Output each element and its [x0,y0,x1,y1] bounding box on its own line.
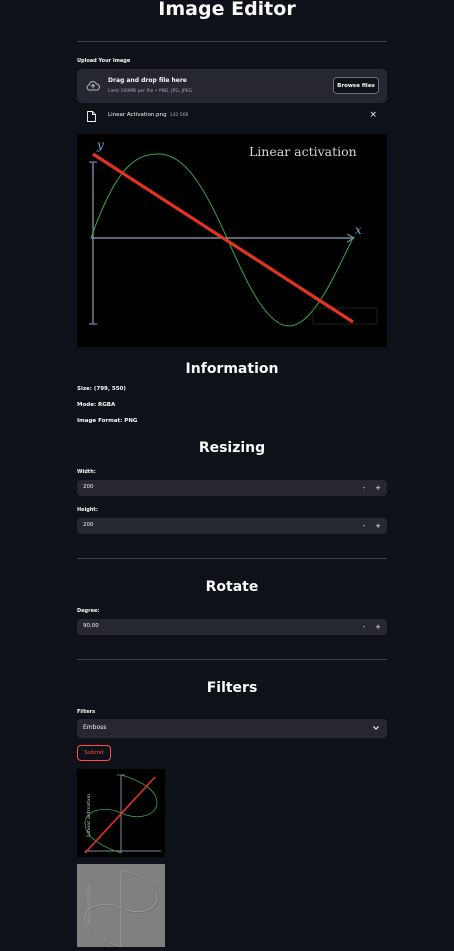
uploader-label: Upload Your Image [77,58,131,64]
info-format: Image Format: PNG [77,418,138,424]
file-icon [87,111,96,122]
information-heading: Information [185,361,279,377]
embossed-image-title: Linear activation [86,882,92,926]
width-number-input[interactable]: 200 - + [77,480,387,496]
divider [77,558,387,559]
x-axis-letter: x [355,223,362,237]
resizing-heading: Resizing [198,440,266,456]
rotated-image-graphic: Linear activation [84,774,161,854]
uploaded-image-preview: y x Linear activation [77,134,387,347]
height-number-input[interactable]: 200 - + [77,518,387,534]
width-decrement-button[interactable]: - [358,482,370,494]
degree-increment-button[interactable]: + [372,621,384,633]
file-name-text: Linear Activation.png [108,112,167,118]
filters-label: Filters [77,709,96,715]
cloud-upload-icon [86,80,100,91]
height-decrement-button[interactable]: - [358,520,370,532]
chevron-down-icon [373,726,379,730]
degree-label: Degree: [77,608,100,614]
embossed-image-thumbnail: Linear activation [77,864,165,949]
degree-number-input[interactable]: 90.00 - + [77,619,387,635]
submit-button[interactable]: Submit [77,745,111,761]
browse-files-button[interactable]: Browse files [333,77,379,94]
image-title-text: Linear activation [249,144,357,159]
divider [77,659,387,660]
uploaded-file-name: Linear Activation.png 142.5KB [108,112,189,118]
width-increment-button[interactable]: + [372,482,384,494]
file-uploader-dropzone[interactable]: Drag and drop file here Limit 200MB per … [77,69,387,103]
rotated-image-title: Linear activation [86,793,92,837]
linear-activation-image: y x Linear activation [89,138,378,327]
height-label: Height: [77,507,98,513]
filter-select[interactable]: Emboss [77,719,387,738]
y-axis-letter: y [96,138,104,152]
degree-value[interactable]: 90.00 [83,623,99,629]
divider [77,41,387,42]
embossed-image-graphic: Linear activation [84,869,159,949]
info-size: Size: (799, 550) [77,386,126,392]
degree-decrement-button[interactable]: - [358,621,370,633]
remove-file-button[interactable]: × [369,110,377,120]
file-size-text: 142.5KB [169,113,189,118]
filters-heading: Filters [206,680,258,696]
info-mode: Mode: RGBA [77,402,116,408]
width-label: Width: [77,469,96,475]
upload-limit-text: Limit 200MB per file • PNG, JPG, JPEG [108,89,193,94]
uploaded-file-row: Linear Activation.png 142.5KB × [77,108,387,124]
app-title: Image Editor [158,0,296,20]
filter-selected-value: Emboss [83,724,107,731]
height-value[interactable]: 200 [83,522,94,528]
height-increment-button[interactable]: + [372,520,384,532]
drag-drop-text: Drag and drop file here [108,77,187,84]
rotated-image-thumbnail: Linear activation [77,769,165,857]
width-value[interactable]: 200 [83,484,94,490]
rotate-heading: Rotate [205,579,259,595]
